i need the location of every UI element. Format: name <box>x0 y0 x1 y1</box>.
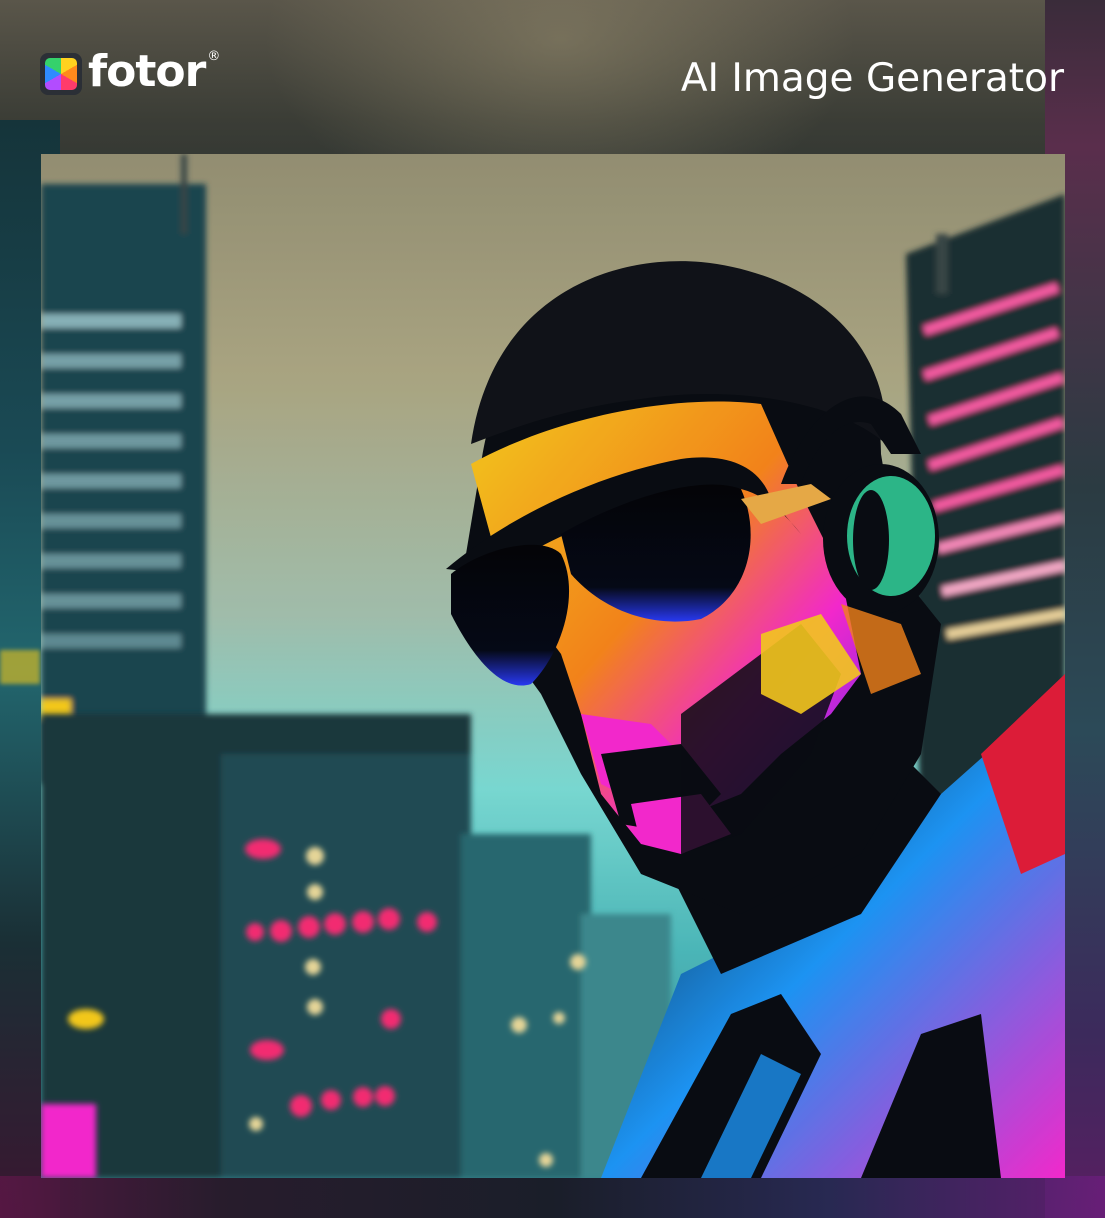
page-title: AI Image Generator <box>680 56 1064 101</box>
generated-image-art <box>41 154 1065 1178</box>
registered-mark: ® <box>207 49 221 64</box>
brand-name: fotor <box>88 46 206 97</box>
generated-image <box>41 154 1065 1178</box>
background-light <box>0 650 40 684</box>
brand-logo[interactable]: fotor ® <box>40 46 221 97</box>
fotor-logo-icon <box>40 53 82 95</box>
background-bottom-strip <box>0 1176 1105 1218</box>
